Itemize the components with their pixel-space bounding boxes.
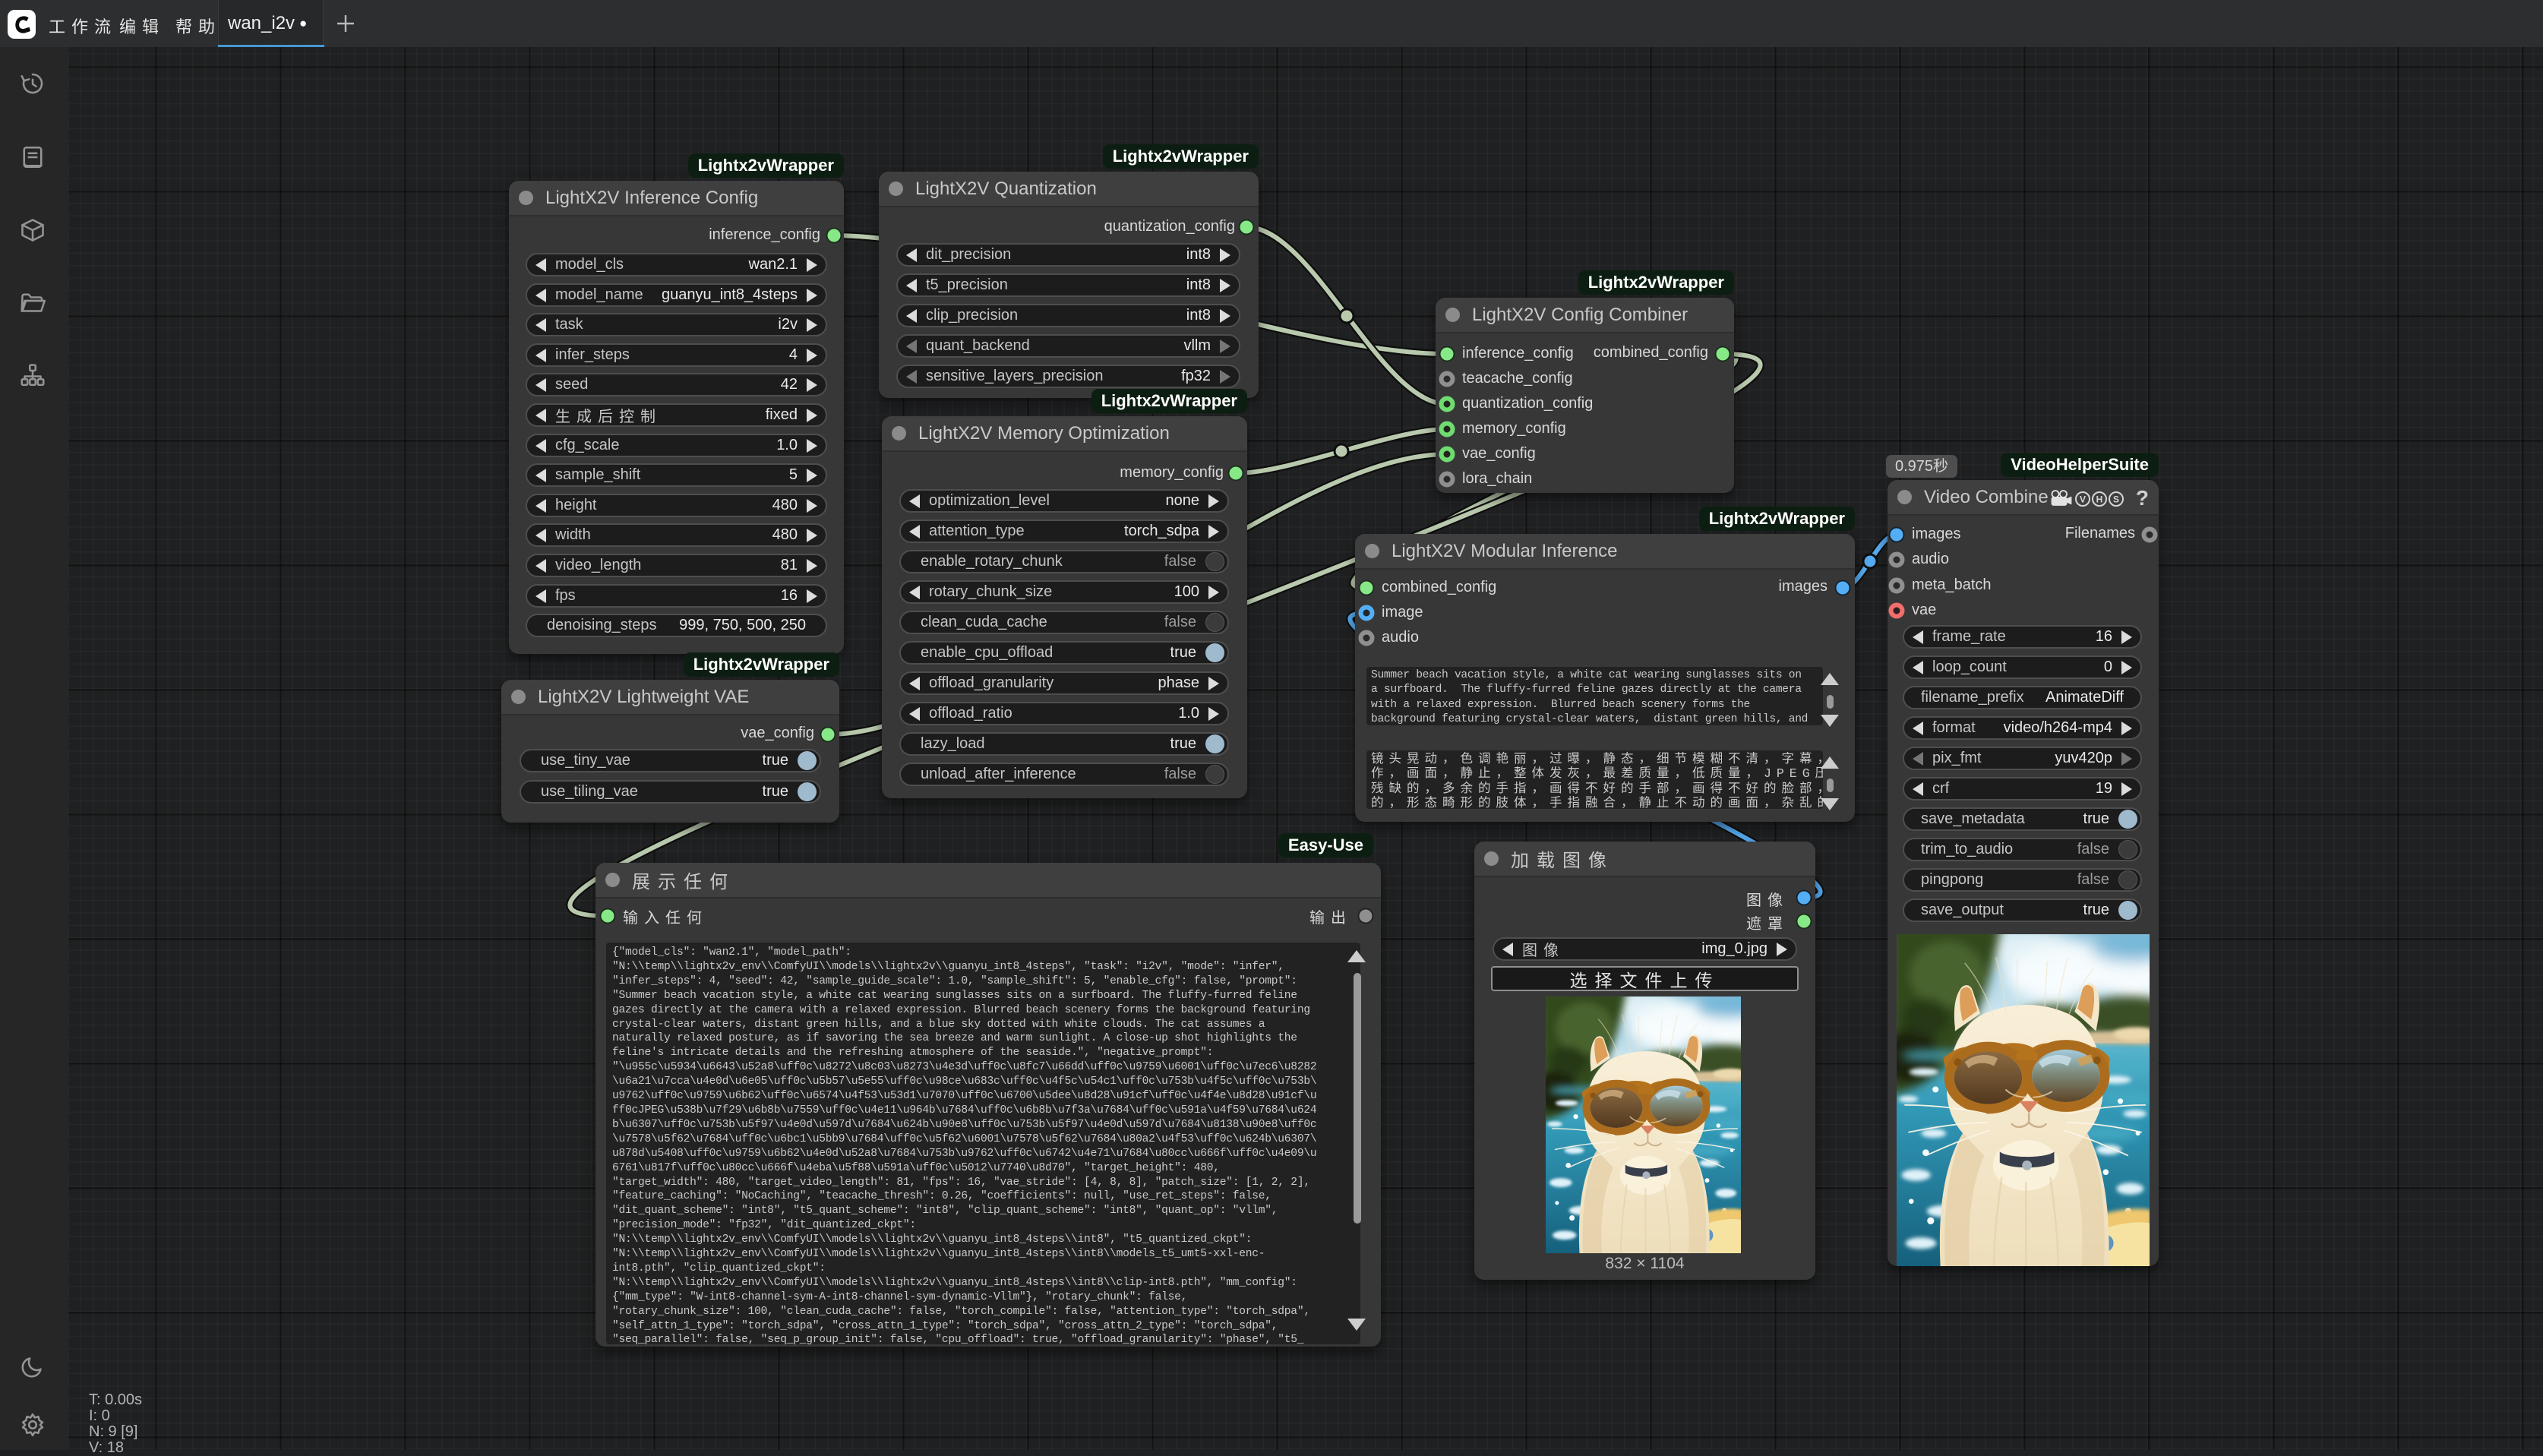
svg-text:H: H xyxy=(2096,494,2103,505)
svg-text:V: V xyxy=(2080,494,2086,505)
svg-text:S: S xyxy=(2113,494,2119,505)
